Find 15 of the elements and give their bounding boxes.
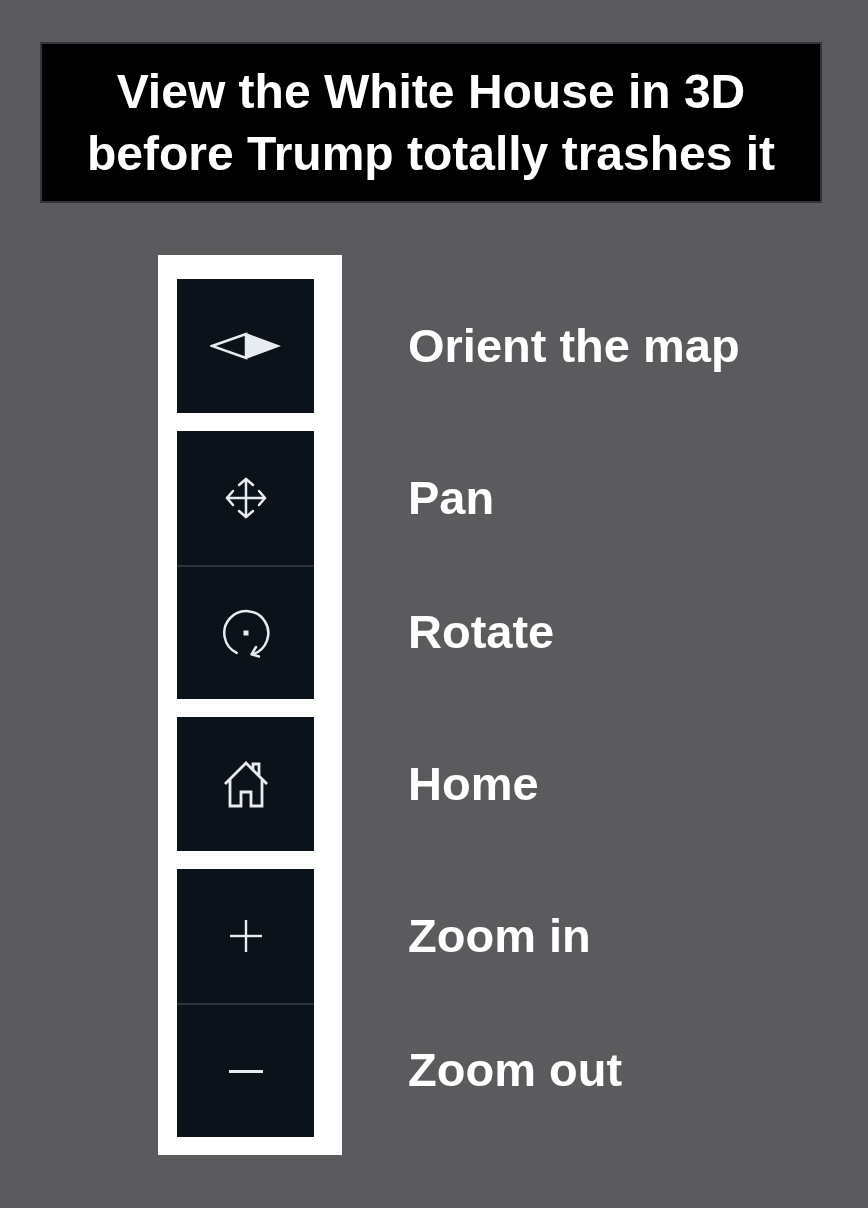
rotate-button[interactable]	[177, 565, 314, 699]
control-label: Rotate	[408, 604, 555, 660]
compass-button[interactable]	[177, 279, 314, 413]
control-label: Home	[408, 756, 539, 812]
control-label: Pan	[408, 470, 495, 526]
home-button[interactable]	[177, 717, 314, 851]
control-label: Zoom out	[408, 1042, 623, 1098]
home-icon	[221, 759, 270, 809]
control-label: Orient the map	[408, 318, 740, 374]
banner-title: View the White House in 3D before Trump totally trashes it	[85, 63, 777, 182]
control-label: Zoom in	[408, 908, 591, 964]
plus-icon	[229, 920, 262, 952]
move-arrows-icon	[223, 476, 268, 520]
compass-icon	[209, 332, 282, 360]
minus-icon	[228, 1069, 263, 1073]
